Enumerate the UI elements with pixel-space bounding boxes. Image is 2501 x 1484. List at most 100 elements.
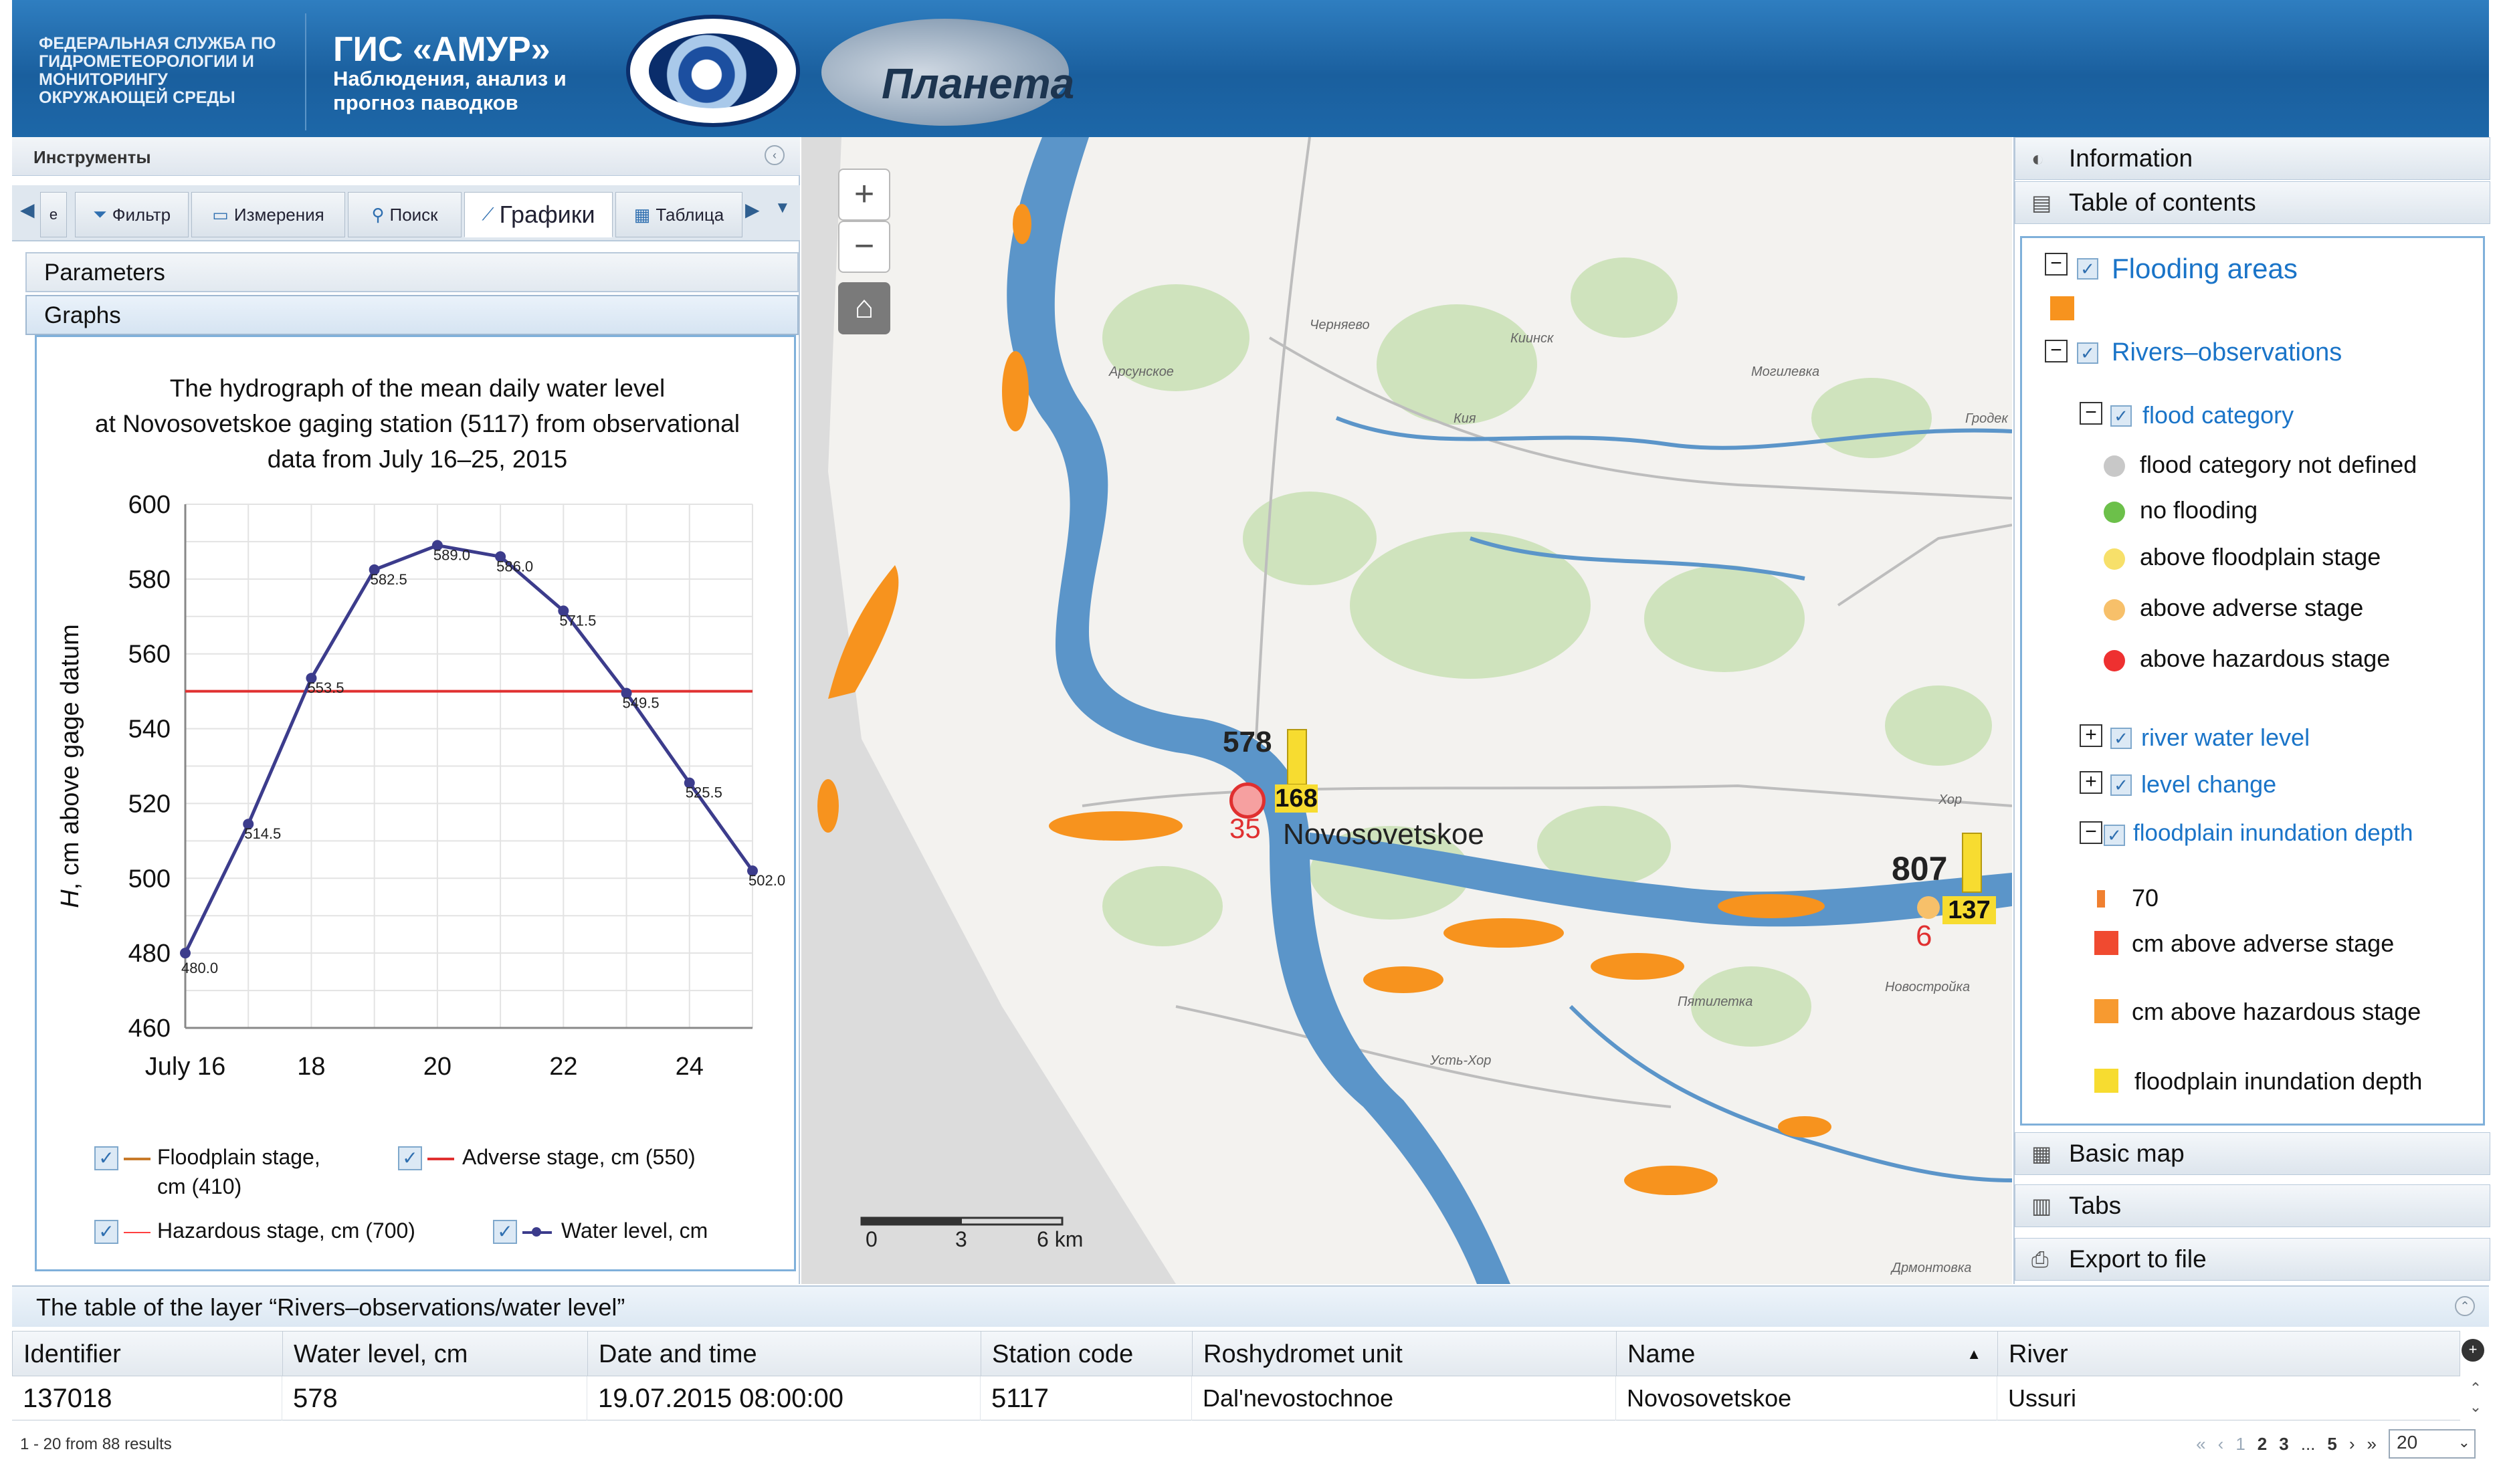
place-label: Дрмонтовка (1892, 1261, 1972, 1275)
col-name[interactable]: Name ▲ (1617, 1332, 1998, 1377)
page-2[interactable]: 2 (2258, 1434, 2267, 1455)
station-water-level: 578 (1223, 726, 1272, 758)
tab-scroll-right-icon[interactable]: ▶ (745, 199, 760, 221)
col-date-time[interactable]: Date and time (588, 1332, 981, 1377)
agency-name: Федеральная служба по гидрометеорологии … (39, 34, 276, 107)
y-tick-label: 480 (128, 940, 171, 968)
collapse-table-button[interactable]: ⌃ (2455, 1296, 2475, 1316)
inundation-depth-label[interactable]: floodplain inundation depth (2133, 820, 2413, 847)
zoom-out-button[interactable]: − (838, 221, 890, 273)
page-size-select[interactable]: 20 ⌄ (2389, 1429, 2476, 1459)
zoom-in-button[interactable]: + (838, 169, 890, 221)
tab-menu-icon[interactable]: ▼ (775, 199, 791, 217)
table-row[interactable]: 137018 578 19.07.2015 08:00:00 5117 Dal'… (12, 1376, 2460, 1420)
graphs-section[interactable]: Graphs (25, 295, 799, 335)
collapse-panel-button[interactable]: ‹ (765, 145, 785, 165)
y-tick-label: 500 (128, 865, 171, 893)
prev-page-icon[interactable]: ‹ (2218, 1434, 2224, 1455)
tools-panel: Инструменты ‹ ◀ e ⏷ Фильтр ▭ Измерения ⚲ По… (12, 137, 800, 1284)
collapse-rivers-observations-icon[interactable]: − (2045, 340, 2068, 362)
collapse-flood-category-icon[interactable]: − (2080, 402, 2102, 425)
search-icon: ⚲ (371, 204, 385, 225)
tab-graphs[interactable]: ⟋ Графики (464, 192, 613, 237)
table-settings-icon[interactable]: + (2462, 1339, 2484, 1362)
toc-tree: − ✓ Flooding areas − ✓ Rivers–observatio… (2020, 236, 2485, 1126)
water-level-line (183, 543, 755, 954)
legend-hazardous-label: Hazardous stage, cm (700) (157, 1218, 415, 1243)
table-header: Identifier Water level, cm Date and time… (12, 1331, 2461, 1377)
tools-tabbar: ◀ e ⏷ Фильтр ▭ Измерения ⚲ Поиск ⟋ Графики ▦… (12, 185, 800, 241)
table-scrollbar[interactable]: ⌃ ⌄ (2466, 1379, 2486, 1419)
place-label: Киинск (1510, 331, 1554, 346)
basic-map-section[interactable]: ▦ Basic map (2015, 1132, 2490, 1175)
rivers-observations-label[interactable]: Rivers–observations (2112, 338, 2342, 367)
collapse-flooding-areas-icon[interactable]: − (2045, 253, 2068, 276)
legend-adverse-checkbox[interactable]: ✓ (398, 1146, 422, 1170)
river-water-level-checkbox[interactable]: ✓ (2110, 728, 2132, 749)
place-label: Черняево (1310, 318, 1370, 332)
page-ellipsis: ... (2300, 1433, 2316, 1454)
station2-marker[interactable] (1917, 896, 1940, 919)
toc-section[interactable]: ▤ Table of contents (2015, 181, 2490, 224)
expand-river-water-level-icon[interactable]: + (2080, 724, 2102, 747)
legend-floodplain-checkbox[interactable]: ✓ (94, 1146, 118, 1170)
tab-measurements-label: Измерения (233, 204, 324, 225)
flooding-areas-checkbox[interactable]: ✓ (2077, 258, 2098, 280)
level-change-checkbox[interactable]: ✓ (2110, 774, 2132, 796)
depth-inundation-label: floodplain inundation depth (2134, 1067, 2423, 1095)
place-label: Хор (1938, 792, 1963, 807)
tabs-label: Tabs (2069, 1192, 2122, 1219)
category-no-flooding-label: no flooding (2140, 496, 2258, 524)
parameters-section[interactable]: Parameters (25, 252, 799, 292)
table-title: The table of the layer “Rivers–observati… (12, 1285, 2489, 1327)
tab-filter[interactable]: ⏷ Фильтр (75, 192, 189, 237)
col-water-level[interactable]: Water level, cm (283, 1332, 588, 1377)
col-river[interactable]: River (1998, 1332, 2461, 1377)
category-no-flooding-dot (2104, 502, 2125, 523)
header-divider (305, 13, 306, 130)
flooding-areas-label[interactable]: Flooding areas (2112, 253, 2298, 285)
map-canvas[interactable] (801, 137, 2012, 1284)
tab-hidden-partial[interactable]: e (40, 192, 67, 237)
place-label: Кия (1454, 411, 1476, 426)
y-tick-label: 560 (128, 641, 171, 669)
tab-scroll-left-icon[interactable]: ◀ (20, 199, 35, 221)
x-tick-label: 22 (549, 1053, 577, 1081)
flood-category-checkbox[interactable]: ✓ (2110, 405, 2132, 427)
map-view[interactable]: + − ⌂ Арсунское Черняево Киинск Могилевк… (801, 137, 2012, 1284)
next-page-icon[interactable]: › (2349, 1434, 2355, 1455)
first-page-icon[interactable]: « (2196, 1434, 2205, 1455)
col-station-code[interactable]: Station code (981, 1332, 1193, 1377)
toc-label: Table of contents (2069, 189, 2256, 216)
legend-water-level-checkbox[interactable]: ✓ (493, 1220, 517, 1244)
x-tick-label: 20 (423, 1053, 452, 1081)
level-change-label[interactable]: level change (2141, 770, 2276, 799)
place-label: Гродек (1965, 411, 2008, 426)
last-page-icon[interactable]: » (2367, 1434, 2377, 1455)
expand-level-change-icon[interactable]: + (2080, 771, 2102, 794)
page-3[interactable]: 3 (2279, 1434, 2288, 1455)
col-roshydromet-unit[interactable]: Roshydromet unit (1193, 1332, 1617, 1377)
inundation-depth-checkbox[interactable]: ✓ (2104, 825, 2125, 846)
category-not-defined-label: flood category not defined (2140, 451, 2417, 478)
river-water-level-label[interactable]: river water level (2141, 724, 2310, 752)
station2-depth-bar (1962, 833, 1982, 893)
sort-asc-icon[interactable]: ▲ (1967, 1332, 1981, 1377)
export-section[interactable]: ⎙ Export to file (2015, 1238, 2490, 1281)
tabs-section[interactable]: ▥ Tabs (2015, 1184, 2490, 1227)
legend-hazardous-checkbox[interactable]: ✓ (94, 1220, 118, 1244)
tab-table[interactable]: ▦ Таблица (615, 192, 742, 237)
tab-measurements[interactable]: ▭ Измерения (191, 192, 345, 237)
col-identifier[interactable]: Identifier (13, 1332, 283, 1377)
page-5[interactable]: 5 (2327, 1434, 2336, 1455)
rivers-observations-checkbox[interactable]: ✓ (2077, 342, 2098, 364)
category-floodplain-label: above floodplain stage (2140, 543, 2381, 570)
tools-header: Инструменты ‹ (12, 137, 800, 176)
home-icon[interactable]: ⌂ (838, 282, 890, 334)
flood-category-label[interactable]: flood category (2142, 401, 2294, 429)
collapse-inundation-depth-icon[interactable]: − (2080, 821, 2102, 844)
page-1[interactable]: 1 (2235, 1434, 2245, 1455)
information-section[interactable]: ◐ Information (2015, 137, 2490, 180)
tab-search[interactable]: ⚲ Поиск (348, 192, 462, 237)
cell-water-level: 578 (282, 1376, 587, 1420)
